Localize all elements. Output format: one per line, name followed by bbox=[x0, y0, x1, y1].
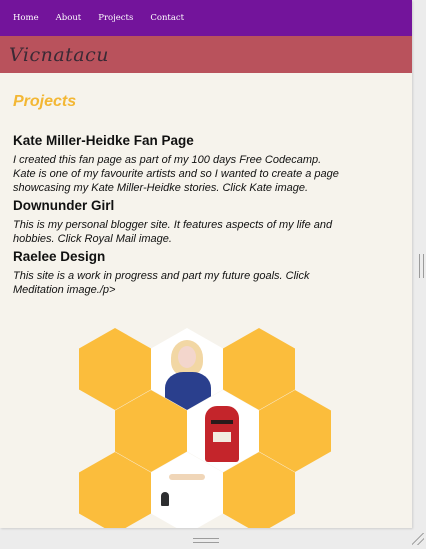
site-banner: Vicnatacu bbox=[0, 36, 412, 73]
main-content: Projects Kate Miller-Heidke Fan Page I c… bbox=[0, 93, 412, 297]
nav-link-home[interactable]: Home bbox=[13, 13, 39, 23]
side-resize-handle[interactable] bbox=[419, 254, 424, 278]
postbox-slot bbox=[211, 420, 233, 424]
section-title: Projects bbox=[13, 93, 77, 110]
hex-tile bbox=[259, 390, 331, 472]
browser-viewport: Home About Projects Contact Vicnatacu Pr… bbox=[0, 0, 412, 528]
project-description: I created this fan page as part of my 10… bbox=[13, 154, 339, 194]
person-silhouette bbox=[161, 492, 169, 506]
grip-line bbox=[193, 542, 219, 543]
site-logo: Vicnatacu bbox=[9, 43, 110, 66]
hex-tile bbox=[79, 452, 151, 528]
postbox-plate bbox=[213, 432, 231, 442]
grip-line bbox=[193, 538, 219, 539]
face-shape bbox=[178, 346, 196, 368]
project-item: Raelee Design This site is a work in pro… bbox=[13, 249, 399, 297]
project-description: This site is a work in progress and part… bbox=[13, 270, 310, 296]
sunset-glow bbox=[169, 474, 205, 480]
project-description: This is my personal blogger site. It fea… bbox=[13, 219, 333, 245]
nav-link-projects[interactable]: Projects bbox=[98, 13, 133, 23]
bottom-resize-handle[interactable] bbox=[193, 538, 219, 544]
project-title: Kate Miller-Heidke Fan Page bbox=[13, 133, 194, 148]
hex-tile bbox=[79, 328, 151, 410]
top-navigation: Home About Projects Contact bbox=[0, 0, 412, 36]
nav-link-about[interactable]: About bbox=[56, 13, 82, 23]
project-title: Raelee Design bbox=[13, 249, 106, 264]
project-item: Kate Miller-Heidke Fan Page I created th… bbox=[13, 133, 399, 195]
corner-resize-handle[interactable] bbox=[412, 533, 424, 545]
nav-link-contact[interactable]: Contact bbox=[150, 13, 184, 23]
project-item: Downunder Girl This is my personal blogg… bbox=[13, 198, 399, 246]
project-title: Downunder Girl bbox=[13, 198, 115, 213]
